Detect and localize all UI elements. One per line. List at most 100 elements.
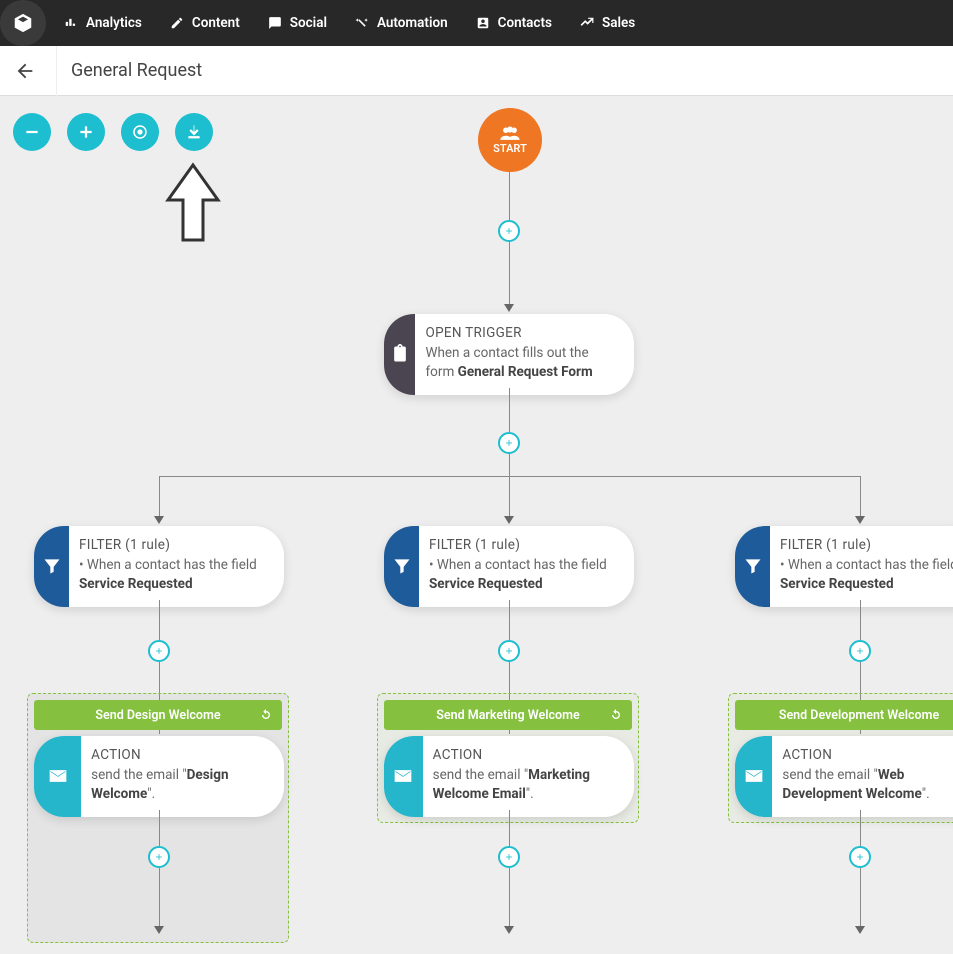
divider: [56, 46, 57, 96]
connector: [159, 810, 160, 846]
connector: [509, 242, 510, 304]
connector: [509, 454, 510, 476]
arrow-icon: [855, 516, 865, 524]
start-label: START: [493, 142, 527, 155]
app-logo[interactable]: [0, 0, 46, 46]
connector: [860, 868, 861, 926]
envelope-icon: [393, 766, 413, 786]
connector: [860, 600, 861, 640]
node-title: FILTER (1 rule): [79, 536, 270, 556]
action-node[interactable]: ACTIONsend the email "Marketing Welcome …: [384, 736, 634, 817]
action-node[interactable]: ACTIONsend the email "Web Development We…: [735, 736, 953, 817]
group-header[interactable]: Send Marketing Welcome: [384, 700, 632, 730]
add-step-button[interactable]: [849, 846, 871, 868]
connector: [509, 810, 510, 846]
connector: [509, 388, 510, 432]
node-text: send the email ": [782, 767, 877, 783]
connector: [509, 600, 510, 640]
nav-label: Sales: [602, 15, 635, 31]
action-node[interactable]: ACTIONsend the email "Design Welcome".: [34, 736, 284, 817]
wand-icon: [355, 16, 369, 30]
users-icon: [499, 126, 521, 140]
back-arrow-icon[interactable]: [14, 60, 36, 82]
connector: [159, 868, 160, 926]
automation-canvas[interactable]: START OPEN TRIGGER When a contact fills …: [0, 96, 953, 954]
node-text: ".: [147, 786, 155, 802]
arrow-icon: [504, 516, 514, 524]
node-title: FILTER (1 rule): [780, 536, 953, 556]
node-text: • When a contact has the field: [429, 557, 607, 573]
filter-node[interactable]: FILTER (1 rule)• When a contact has the …: [384, 526, 634, 607]
top-nav: Analytics Content Social Automation Cont…: [0, 0, 953, 46]
arrow-icon: [855, 926, 865, 934]
envelope-icon: [744, 766, 764, 786]
action-group[interactable]: Send Design Welcome: [27, 693, 289, 943]
node-text: • When a contact has the field: [79, 557, 257, 573]
node-text: ".: [922, 786, 930, 802]
nav-social[interactable]: Social: [254, 15, 341, 31]
filter-node[interactable]: FILTER (1 rule)• When a contact has the …: [735, 526, 953, 607]
connector: [159, 476, 861, 477]
group-title: Send Marketing Welcome: [436, 708, 579, 723]
add-step-button[interactable]: [498, 432, 520, 454]
nav-label: Content: [192, 15, 240, 31]
nav-sales[interactable]: Sales: [566, 15, 649, 31]
arrow-icon: [154, 516, 164, 524]
group-header[interactable]: Send Design Welcome: [34, 700, 282, 730]
connector: [509, 172, 510, 220]
connector: [860, 810, 861, 846]
node-text: send the email ": [433, 767, 528, 783]
funnel-icon: [42, 556, 62, 576]
clipboard-icon: [390, 344, 410, 364]
nav-analytics[interactable]: Analytics: [50, 15, 156, 31]
node-title: OPEN TRIGGER: [425, 324, 620, 344]
refresh-icon[interactable]: [608, 707, 624, 723]
analytics-icon: [64, 16, 78, 30]
connector: [509, 868, 510, 926]
connector: [860, 476, 861, 516]
add-step-button[interactable]: [498, 640, 520, 662]
add-step-button[interactable]: [148, 640, 170, 662]
node-text: send the email ": [91, 767, 186, 783]
add-step-button[interactable]: [498, 846, 520, 868]
start-node[interactable]: START: [478, 108, 542, 172]
refresh-icon[interactable]: [258, 707, 274, 723]
node-bold: Service Requested: [429, 576, 543, 592]
nav-automation[interactable]: Automation: [341, 15, 462, 31]
node-title: ACTION: [782, 746, 953, 766]
node-title: ACTION: [91, 746, 270, 766]
page-title: General Request: [71, 60, 202, 81]
trend-icon: [580, 16, 594, 30]
group-title: Send Design Welcome: [95, 708, 220, 723]
nav-label: Contacts: [498, 15, 552, 31]
trigger-node[interactable]: OPEN TRIGGER When a contact fills out th…: [384, 314, 634, 395]
connector: [159, 600, 160, 640]
nav-contacts[interactable]: Contacts: [462, 15, 566, 31]
group-header[interactable]: Send Development Welcome: [735, 700, 953, 730]
connector: [159, 476, 160, 516]
arrow-icon: [504, 926, 514, 934]
connector: [509, 476, 510, 516]
sub-nav: General Request: [0, 46, 953, 96]
add-step-button[interactable]: [498, 220, 520, 242]
arrow-icon: [504, 304, 514, 312]
pencil-icon: [170, 16, 184, 30]
node-title: FILTER (1 rule): [429, 536, 620, 556]
contacts-icon: [476, 16, 490, 30]
envelope-icon: [48, 766, 68, 786]
add-step-button[interactable]: [148, 846, 170, 868]
node-bold: General Request Form: [458, 364, 593, 380]
group-title: Send Development Welcome: [779, 708, 939, 723]
filter-node[interactable]: FILTER (1 rule)• When a contact has the …: [34, 526, 284, 607]
funnel-icon: [743, 556, 763, 576]
nav-label: Social: [290, 15, 327, 31]
funnel-icon: [392, 556, 412, 576]
node-bold: Service Requested: [79, 576, 193, 592]
node-title: ACTION: [433, 746, 620, 766]
add-step-button[interactable]: [849, 640, 871, 662]
node-text: • When a contact has the field: [780, 557, 953, 573]
nav-content[interactable]: Content: [156, 15, 254, 31]
nav-label: Automation: [377, 15, 448, 31]
node-text: ".: [526, 786, 534, 802]
arrow-icon: [154, 926, 164, 934]
